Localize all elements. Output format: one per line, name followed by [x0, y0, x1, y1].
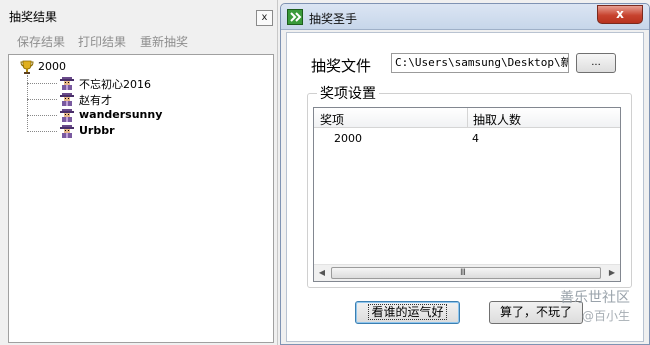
results-panel: 抽奖结果 x 保存结果 打印结果 重新抽奖 2000 不忘初心2016 赵有才 …	[0, 0, 278, 345]
close-icon: x	[261, 12, 268, 23]
prize-settings-label: 奖项设置	[317, 83, 379, 103]
window-titlebar[interactable]: 抽奖圣手 x	[281, 4, 649, 30]
watermark-line1: 善乐世社区	[560, 290, 630, 306]
column-separator[interactable]	[467, 108, 468, 128]
save-results-button[interactable]: 保存结果	[17, 33, 65, 50]
scroll-right-arrow-icon[interactable]: ▶	[606, 268, 618, 278]
close-icon: x	[616, 7, 624, 21]
tree-branch-line	[27, 99, 57, 100]
winner-avatar-icon	[60, 109, 74, 122]
browse-button[interactable]: ...	[576, 53, 616, 73]
column-header-count[interactable]: 抽取人数	[473, 111, 521, 128]
scroll-grip: III	[460, 268, 466, 278]
prize-list[interactable]: 奖项 抽取人数 2000 4 ◀ III ▶	[313, 107, 621, 282]
app-icon	[287, 9, 303, 25]
horizontal-scrollbar[interactable]: ◀ III ▶	[314, 264, 620, 281]
window-close-button[interactable]: x	[597, 5, 643, 24]
watermark-line2: @百小生	[582, 309, 631, 323]
winner-name: 赵有才	[79, 94, 112, 107]
results-tree[interactable]: 2000 不忘初心2016 赵有才 wandersunny Urbbr	[8, 54, 274, 343]
results-panel-title: 抽奖结果	[9, 10, 58, 24]
winner-avatar-icon	[60, 77, 74, 90]
draw-lucky-label: 看谁的运气好	[368, 304, 447, 320]
file-path-field[interactable]: C:\Users\samsung\Desktop\新建	[391, 53, 569, 73]
scroll-left-arrow-icon[interactable]: ◀	[316, 268, 328, 278]
winner-avatar-icon	[60, 125, 74, 138]
trophy-icon	[20, 60, 34, 74]
tree-branch-line	[27, 83, 57, 84]
prize-list-header: 奖项 抽取人数	[314, 108, 620, 128]
column-header-prize[interactable]: 奖项	[320, 111, 344, 128]
prize-cell[interactable]: 2000	[334, 132, 362, 145]
lottery-file-label: 抽奖文件	[311, 57, 372, 75]
winner-avatar-icon	[60, 93, 74, 106]
print-results-button[interactable]: 打印结果	[78, 33, 126, 50]
redraw-button[interactable]: 重新抽奖	[140, 33, 188, 50]
winner-name: 不忘初心2016	[79, 78, 151, 91]
watermark: 善乐世社区 @百小生	[560, 289, 630, 325]
tree-branch-line	[27, 115, 57, 116]
draw-lucky-button[interactable]: 看谁的运气好	[355, 301, 460, 324]
winner-name: wandersunny	[79, 108, 163, 121]
tree-branch-line	[27, 131, 57, 132]
results-panel-close-button[interactable]: x	[256, 10, 273, 26]
scroll-thumb[interactable]: III	[331, 267, 601, 279]
results-toolbar: 保存结果 打印结果 重新抽奖	[7, 31, 273, 51]
tree-root-label: 2000	[38, 60, 66, 73]
window-title: 抽奖圣手	[309, 12, 358, 26]
results-panel-titlebar: 抽奖结果 x	[0, 3, 278, 27]
winner-name: Urbbr	[79, 124, 115, 137]
count-cell[interactable]: 4	[472, 132, 479, 145]
